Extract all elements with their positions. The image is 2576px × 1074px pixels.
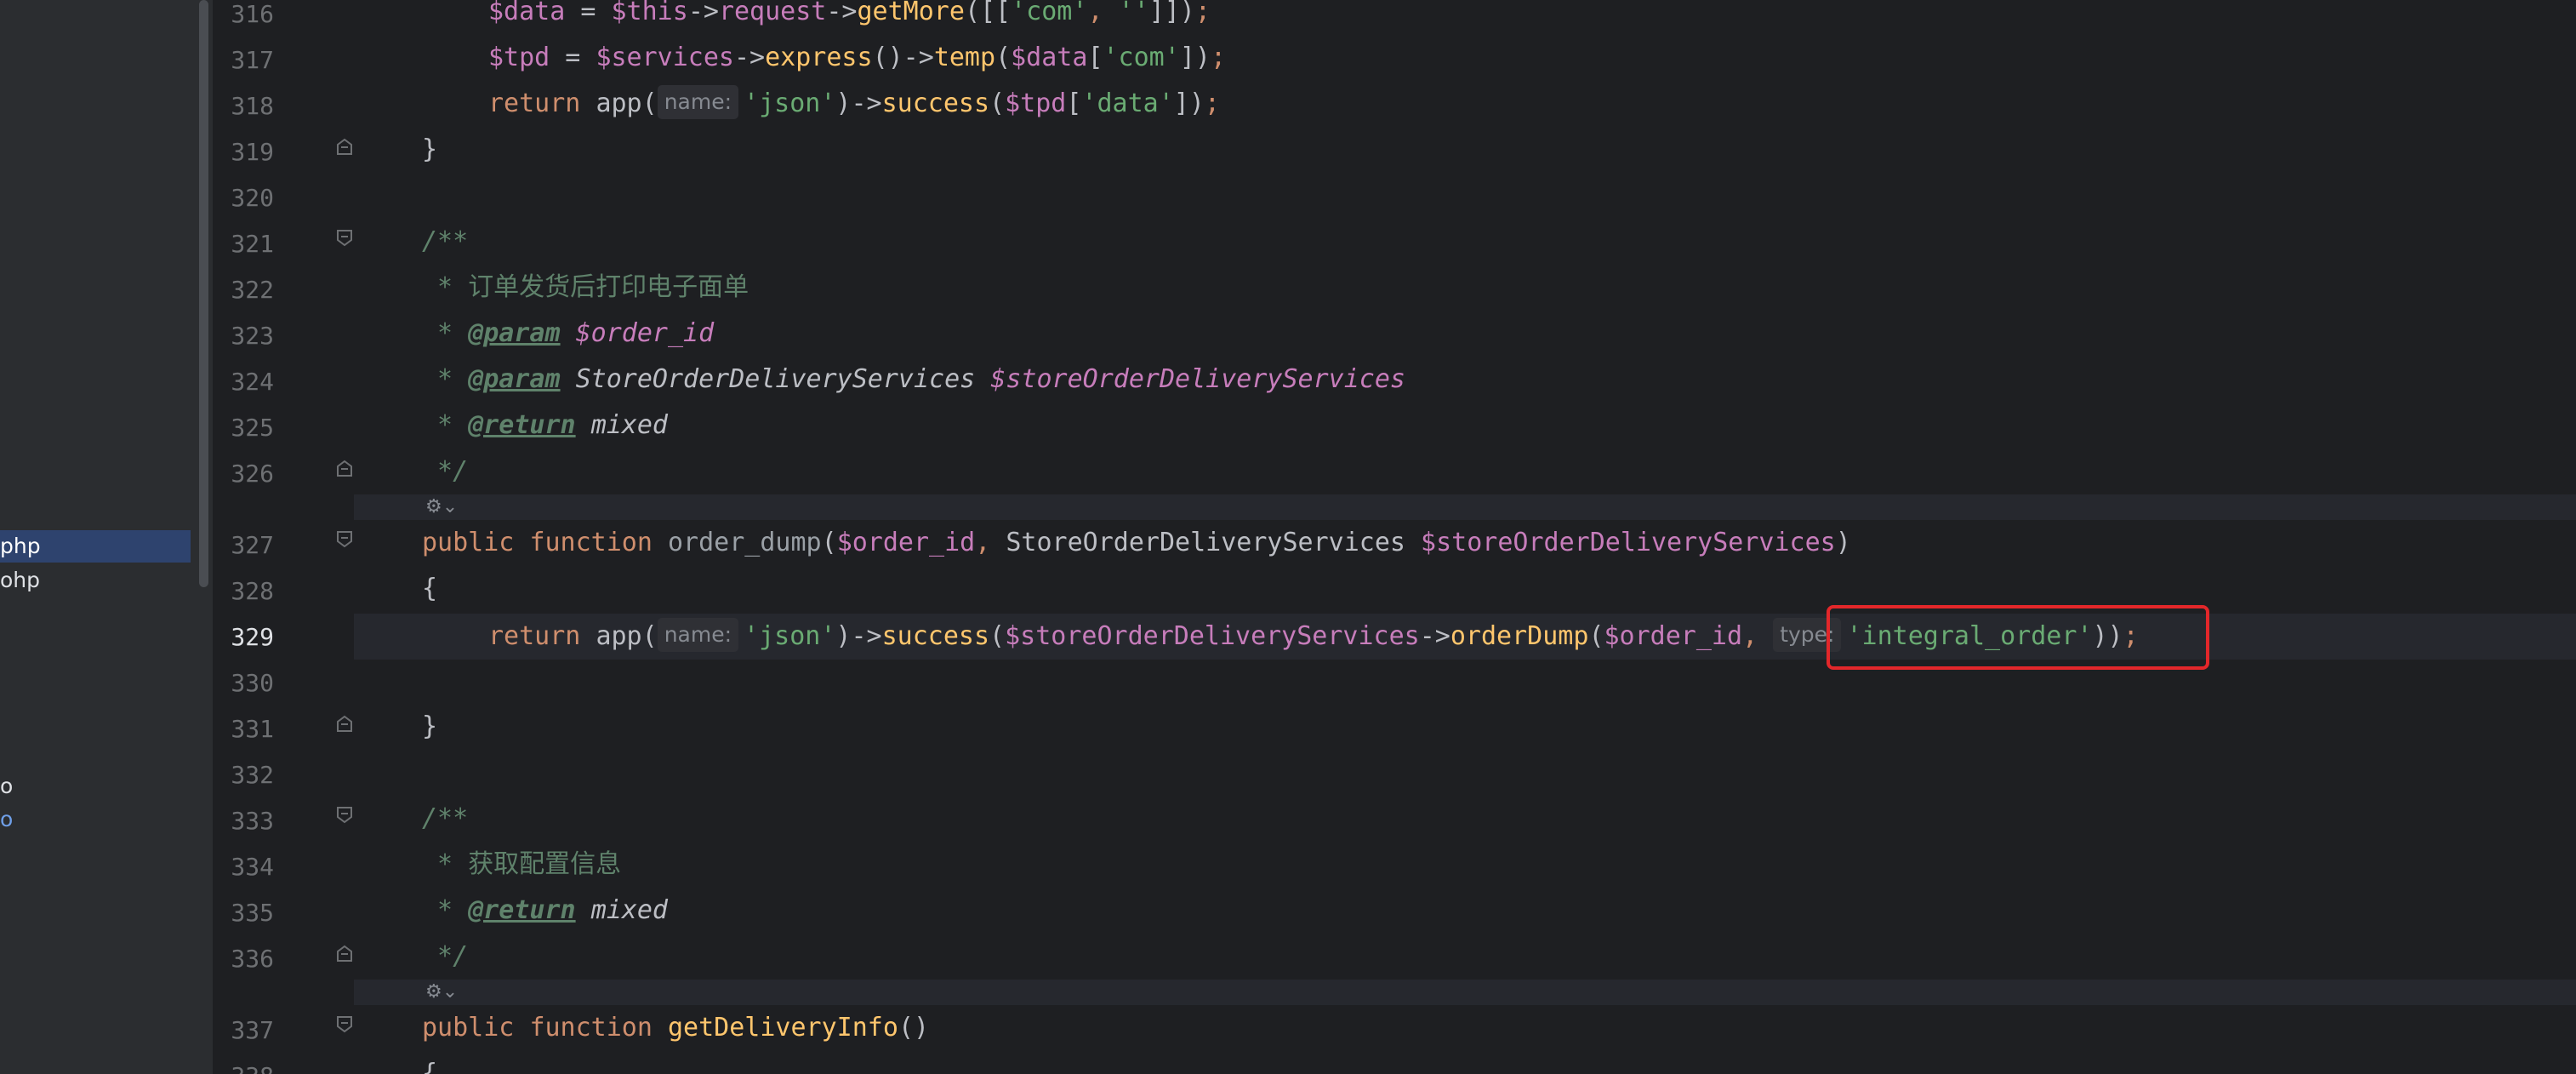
line-number: 320	[231, 184, 274, 212]
code-line: }	[422, 711, 438, 741]
parameter-hint: name:	[657, 618, 739, 652]
code-line: }	[422, 134, 438, 164]
line-number: 319	[231, 138, 274, 166]
line-number: 330	[231, 669, 274, 697]
author-code-vision-icon[interactable]: ⚙⌄	[425, 980, 458, 1005]
editor-gutter: 316 317 318 319 320 321 322 323 324 325 …	[214, 0, 354, 1074]
line-number: 327	[231, 531, 274, 559]
parameter-hint: name:	[657, 85, 739, 119]
code-line: $tpd = $services->express()->temp($data[…	[488, 43, 1226, 72]
line-number: 324	[231, 368, 274, 396]
line-number-current: 329	[231, 623, 274, 651]
line-number: 332	[231, 761, 274, 789]
project-panel-scrollbar[interactable]	[196, 0, 214, 1074]
code-editor[interactable]: ⚙⌄ ⚙⌄ $data = $this->request->getMore([[…	[354, 0, 2576, 1074]
fold-start-icon[interactable]	[335, 229, 354, 248]
project-tree-item[interactable]: o	[0, 803, 13, 836]
line-number: 333	[231, 807, 274, 835]
line-number: 337	[231, 1016, 274, 1044]
scrollbar-thumb[interactable]	[199, 0, 208, 587]
code-line: */	[422, 941, 469, 971]
project-tree-item[interactable]: ohp	[0, 564, 40, 597]
code-line: * @return mixed	[422, 895, 668, 925]
code-line: /**	[422, 226, 469, 256]
line-number: 338	[214, 1062, 274, 1074]
line-number: 325	[231, 414, 274, 442]
code-line: * @return mixed	[422, 410, 668, 440]
fold-start-icon[interactable]	[335, 806, 354, 825]
code-line: public function order_dump($order_id, St…	[422, 528, 1851, 557]
code-line: {	[422, 574, 438, 603]
code-line: $data = $this->request->getMore([['com',…	[488, 0, 1211, 26]
line-number: 323	[231, 322, 274, 350]
annotation-highlight-box	[1827, 605, 2209, 670]
line-number: 316	[231, 0, 274, 28]
line-number: 328	[231, 577, 274, 605]
code-line: * @param StoreOrderDeliveryServices $sto…	[422, 364, 1405, 394]
project-tree-item[interactable]: o	[0, 770, 13, 803]
project-tree-item[interactable]: php	[0, 530, 191, 563]
fold-end-icon[interactable]	[335, 459, 354, 477]
code-line: /**	[422, 803, 469, 833]
line-number: 336	[231, 945, 274, 973]
code-line: * 订单发货后打印电子面单	[422, 272, 749, 302]
line-number: 331	[231, 715, 274, 743]
code-line: * @param $order_id	[422, 318, 715, 348]
code-line: return app(name:'json')->success($tpd['d…	[488, 81, 1220, 127]
fold-start-icon[interactable]	[335, 1015, 354, 1034]
ide-window: php ohp o o 316 317 318 319 320 321 322 …	[0, 0, 2576, 1074]
code-line: * 获取配置信息	[422, 849, 622, 879]
fold-end-icon[interactable]	[335, 944, 354, 963]
fold-end-icon[interactable]	[335, 714, 354, 733]
code-vision-row: ⚙⌄	[354, 494, 2576, 520]
project-panel: php ohp o o	[0, 0, 196, 1074]
fold-end-icon[interactable]	[335, 137, 354, 156]
code-vision-row: ⚙⌄	[354, 980, 2576, 1005]
author-code-vision-icon[interactable]: ⚙⌄	[425, 494, 458, 520]
line-number: 321	[231, 230, 274, 258]
line-number: 322	[231, 276, 274, 304]
line-number: 335	[231, 899, 274, 927]
fold-start-icon[interactable]	[335, 530, 354, 549]
line-number: 334	[231, 853, 274, 881]
line-number: 326	[231, 460, 274, 488]
code-line: */	[422, 456, 469, 486]
line-number: 317	[231, 46, 274, 74]
line-number: 318	[231, 92, 274, 120]
code-line: public function getDeliveryInfo()	[422, 1013, 930, 1043]
code-line: {	[422, 1059, 438, 1074]
